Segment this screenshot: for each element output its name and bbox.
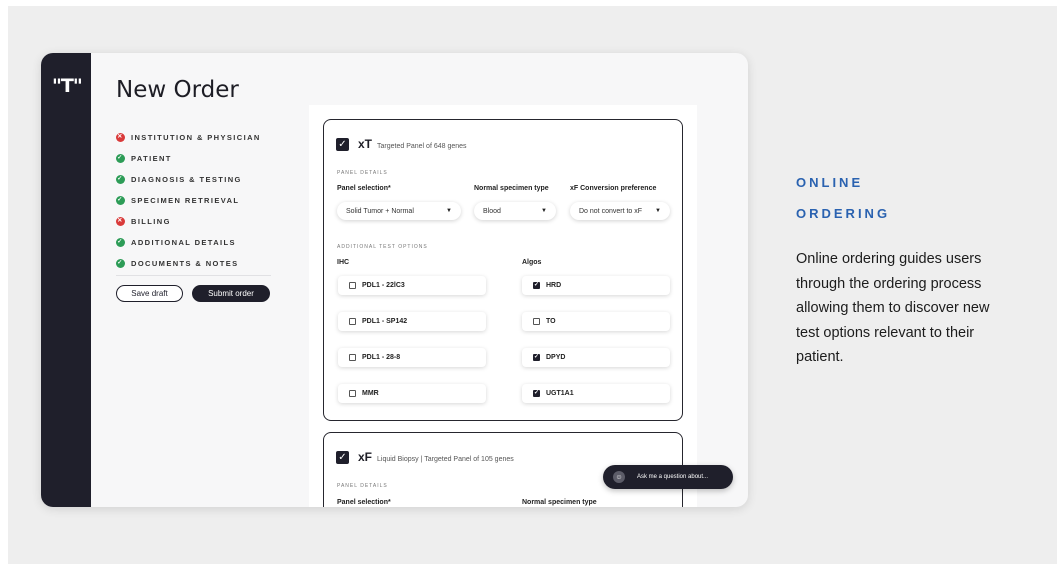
dropdown-value: Do not convert to xF — [579, 207, 643, 215]
option-label: MMR — [362, 390, 379, 397]
checkmark-circle-icon: ✓ — [116, 175, 125, 184]
panel-xt: ✓ xT Targeted Panel of 648 genes PANEL D… — [323, 119, 683, 421]
dropdown-value: Solid Tumor + Normal — [346, 207, 414, 215]
panel-details-label: PANEL DETAILS — [337, 483, 388, 489]
option-label: PDL1 - SP142 — [362, 318, 408, 325]
option-pdl1-sp142[interactable]: PDL1 - SP142 — [338, 312, 486, 331]
ihc-label: IHC — [337, 259, 350, 266]
feature-heading-line2: ORDERING — [796, 206, 891, 221]
step-label: DIAGNOSIS & TESTING — [131, 175, 242, 184]
feature-heading-line1: ONLINE — [796, 175, 864, 190]
page-title: New Order — [116, 77, 239, 103]
panel-xt-header: xT Targeted Panel of 648 genes — [358, 137, 467, 151]
normal-specimen-label: Normal specimen type — [522, 499, 597, 506]
x-circle-icon: ✕ — [116, 133, 125, 142]
conversion-preference-label: xF Conversion preference — [570, 185, 657, 192]
step-label: ADDITIONAL DETAILS — [131, 238, 236, 247]
order-steps: ✕ INSTITUTION & PHYSICIAN ✓ PATIENT ✓ DIAGN… — [116, 127, 261, 274]
step-diagnosis-testing[interactable]: ✓ DIAGNOSIS & TESTING — [116, 169, 261, 190]
x-circle-icon: ✕ — [116, 217, 125, 226]
submit-order-button[interactable]: Submit order — [192, 285, 270, 302]
tempus-logo[interactable]: "T" — [52, 75, 83, 97]
normal-specimen-dropdown[interactable]: Blood ▼ — [474, 202, 556, 220]
normal-specimen-label: Normal specimen type — [474, 185, 549, 192]
dropdown-value: Blood — [483, 207, 501, 215]
step-label: SPECIMEN RETRIEVAL — [131, 196, 240, 205]
app-window: "T" New Order ✕ INSTITUTION & PHYSICIAN ✓… — [41, 53, 748, 507]
step-billing[interactable]: ✕ BILLING — [116, 211, 261, 232]
algos-label: Algos — [522, 259, 542, 266]
panel-details-label: PANEL DETAILS — [337, 170, 388, 176]
chat-bot-icon: ☺ — [613, 471, 625, 483]
option-mmr[interactable]: MMR — [338, 384, 486, 403]
caret-down-icon: ▼ — [446, 208, 452, 214]
step-label: DOCUMENTS & NOTES — [131, 259, 239, 268]
panel-name: xT — [358, 137, 373, 151]
assistant-chat-button[interactable]: ☺ Ask me a question about... — [603, 465, 733, 489]
checkbox-checked[interactable]: ✓ — [533, 390, 540, 397]
option-label: HRD — [546, 282, 562, 289]
save-draft-button[interactable]: Save draft — [116, 285, 183, 302]
checkbox[interactable] — [349, 318, 356, 325]
panel-selection-label: Panel selection* — [337, 185, 391, 192]
checkmark-circle-icon: ✓ — [116, 238, 125, 247]
option-to[interactable]: TO — [522, 312, 670, 331]
panel-xf-header: xF Liquid Biopsy | Targeted Panel of 105… — [358, 450, 514, 464]
option-pdl1-28-8[interactable]: PDL1 - 28-8 — [338, 348, 486, 367]
option-dpyd[interactable]: ✓ DPYD — [522, 348, 670, 367]
checkbox-checked[interactable]: ✓ — [533, 282, 540, 289]
panel-description: Liquid Biopsy | Targeted Panel of 105 ge… — [377, 456, 514, 463]
panel-xf-checkbox[interactable]: ✓ — [336, 451, 349, 464]
checkmark-circle-icon: ✓ — [116, 259, 125, 268]
step-documents-notes[interactable]: ✓ DOCUMENTS & NOTES — [116, 253, 261, 274]
panel-xt-checkbox[interactable]: ✓ — [336, 138, 349, 151]
checkbox[interactable] — [349, 282, 356, 289]
feature-description: Online ordering guides users through the… — [796, 251, 990, 365]
checkmark-circle-icon: ✓ — [116, 154, 125, 163]
option-label: PDL1 - 22lC3 — [362, 282, 405, 289]
panel-description: Targeted Panel of 648 genes — [377, 143, 467, 150]
sidebar-rail: "T" — [41, 53, 91, 507]
step-patient[interactable]: ✓ PATIENT — [116, 148, 261, 169]
option-pdl1-22lc3[interactable]: PDL1 - 22lC3 — [338, 276, 486, 295]
option-hrd[interactable]: ✓ HRD — [522, 276, 670, 295]
option-ugt1a1[interactable]: ✓ UGT1A1 — [522, 384, 670, 403]
step-institution-physician[interactable]: ✕ INSTITUTION & PHYSICIAN — [116, 127, 261, 148]
checkbox[interactable] — [349, 390, 356, 397]
option-label: UGT1A1 — [546, 390, 574, 397]
option-label: DPYD — [546, 354, 566, 361]
caret-down-icon: ▼ — [541, 208, 547, 214]
additional-test-options-label: ADDITIONAL TEST OPTIONS — [337, 244, 428, 250]
step-label: INSTITUTION & PHYSICIAN — [131, 133, 261, 142]
option-label: PDL1 - 28-8 — [362, 354, 401, 361]
assistant-placeholder: Ask me a question about... — [637, 474, 709, 480]
step-additional-details[interactable]: ✓ ADDITIONAL DETAILS — [116, 232, 261, 253]
step-specimen-retrieval[interactable]: ✓ SPECIMEN RETRIEVAL — [116, 190, 261, 211]
order-form: ✓ xT Targeted Panel of 648 genes PANEL D… — [309, 105, 697, 507]
checkbox[interactable] — [349, 354, 356, 361]
checkbox[interactable] — [533, 318, 540, 325]
step-label: BILLING — [131, 217, 171, 226]
sidebar-divider — [116, 275, 271, 276]
panel-selection-dropdown[interactable]: Solid Tumor + Normal ▼ — [337, 202, 461, 220]
panel-selection-label: Panel selection* — [337, 499, 391, 506]
option-label: TO — [546, 318, 556, 325]
conversion-preference-dropdown[interactable]: Do not convert to xF ▼ — [570, 202, 670, 220]
caret-down-icon: ▼ — [655, 208, 661, 214]
checkbox-checked[interactable]: ✓ — [533, 354, 540, 361]
panel-name: xF — [358, 450, 373, 464]
checkmark-circle-icon: ✓ — [116, 196, 125, 205]
step-label: PATIENT — [131, 154, 172, 163]
